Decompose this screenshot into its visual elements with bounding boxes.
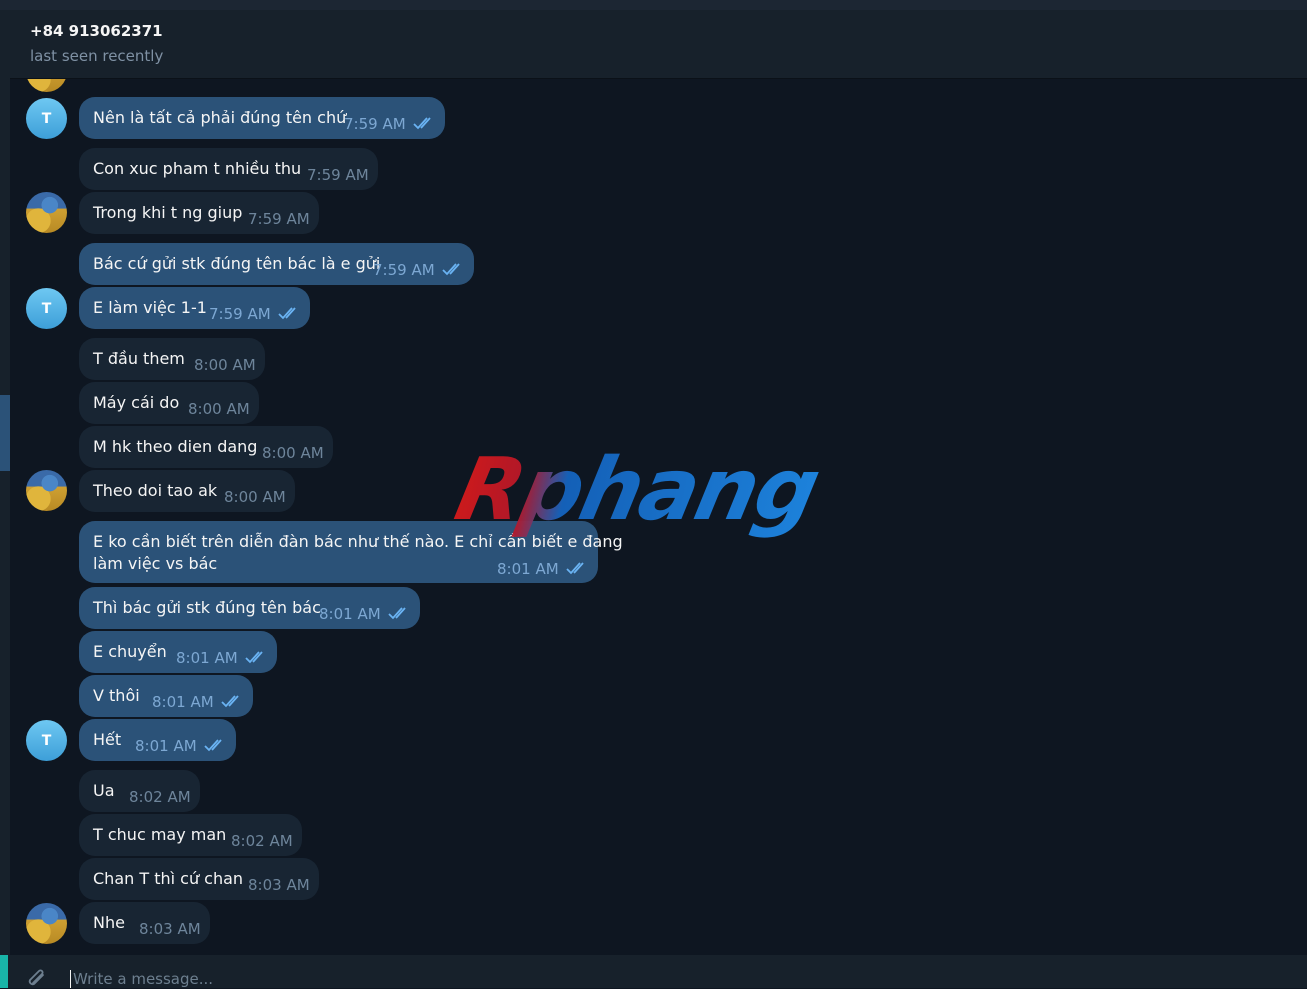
message-text: Hết xyxy=(93,730,122,749)
message-bubble[interactable]: M hk theo dien dang 8:00 AM xyxy=(79,426,333,468)
user-avatar[interactable]: T xyxy=(26,98,67,139)
message-text: Con xuc pham t nhiều thu xyxy=(93,159,302,178)
message-text: Bác cứ gửi stk đúng tên bác là e gửi xyxy=(93,254,381,273)
double-check-icon xyxy=(278,307,296,320)
message-bubble[interactable]: E làm việc 1-1 7:59 AM xyxy=(79,287,310,329)
message-time: 7:59 AM xyxy=(373,261,435,279)
message-bubble[interactable]: Trong khi t ng giup 7:59 AM xyxy=(79,192,319,234)
message-bubble[interactable]: T đầu them 8:00 AM xyxy=(79,338,265,380)
message-time: 8:01 AM xyxy=(319,605,381,623)
message-time: 8:00 AM xyxy=(262,444,324,462)
message-bubble[interactable]: Ua 8:02 AM xyxy=(79,770,200,812)
message-bubble[interactable]: Theo doi tao ak 8:00 AM xyxy=(79,470,295,512)
double-check-icon xyxy=(566,562,584,575)
message-time: 7:59 AM xyxy=(344,115,406,133)
message-bubble[interactable]: Máy cái do 8:00 AM xyxy=(79,382,259,424)
message-time: 8:00 AM xyxy=(224,488,286,506)
message-time: 7:59 AM xyxy=(307,166,369,184)
message-time: 7:59 AM xyxy=(209,305,271,323)
message-bubble[interactable]: Nhe 8:03 AM xyxy=(79,902,210,944)
message-text: Nhe xyxy=(93,913,125,932)
message-text: Trong khi t ng giup xyxy=(93,203,243,222)
message-bubble[interactable]: Thì bác gửi stk đúng tên bác 8:01 AM xyxy=(79,587,420,629)
message-composer xyxy=(0,955,1307,988)
message-text: E chuyển xyxy=(93,642,167,661)
message-time: 8:01 AM xyxy=(152,693,214,711)
message-text: Theo doi tao ak xyxy=(93,481,218,500)
message-text-line2: làm việc vs bác xyxy=(93,554,218,573)
contact-avatar[interactable] xyxy=(26,903,67,944)
message-text: Ua xyxy=(93,781,115,800)
message-time: 8:03 AM xyxy=(139,920,201,938)
contact-avatar[interactable] xyxy=(26,79,67,92)
message-text: Nên là tất cả phải đúng tên chứ xyxy=(93,108,347,127)
message-time: 8:01 AM xyxy=(135,737,197,755)
contact-avatar[interactable] xyxy=(26,470,67,511)
user-avatar[interactable]: T xyxy=(26,288,67,329)
contact-avatar[interactable] xyxy=(26,192,67,233)
double-check-icon xyxy=(204,739,222,752)
message-text: Thì bác gửi stk đúng tên bác xyxy=(93,598,321,617)
contact-status: last seen recently xyxy=(30,47,164,65)
double-check-icon xyxy=(221,695,239,708)
contact-name[interactable]: +84 913062371 xyxy=(30,22,163,40)
message-bubble[interactable]: T chuc may man 8:02 AM xyxy=(79,814,302,856)
window-top-strip xyxy=(0,0,1307,10)
message-time: 8:03 AM xyxy=(248,876,310,894)
message-text: T chuc may man xyxy=(93,825,227,844)
double-check-icon xyxy=(413,117,431,130)
user-avatar[interactable]: T xyxy=(26,720,67,761)
message-bubble[interactable]: E chuyển 8:01 AM xyxy=(79,631,277,673)
message-text: T đầu them xyxy=(93,349,185,368)
message-text: M hk theo dien dang xyxy=(93,437,258,456)
attach-icon[interactable] xyxy=(26,969,50,989)
message-text: Máy cái do xyxy=(93,393,180,412)
message-time: 8:02 AM xyxy=(129,788,191,806)
double-check-icon xyxy=(442,263,460,276)
message-text: V thôi xyxy=(93,686,140,705)
message-text: E làm việc 1-1 xyxy=(93,298,207,317)
message-bubble[interactable]: Chan T thì cứ chan 8:03 AM xyxy=(79,858,319,900)
message-time: 8:02 AM xyxy=(231,832,293,850)
message-time: 8:01 AM xyxy=(497,560,559,578)
chat-header[interactable]: +84 913062371 last seen recently xyxy=(10,10,1307,79)
message-time: 8:01 AM xyxy=(176,649,238,667)
message-bubble[interactable]: Bác cứ gửi stk đúng tên bác là e gửi 7:5… xyxy=(79,243,474,285)
message-bubble[interactable]: Hết 8:01 AM xyxy=(79,719,236,761)
message-time: 8:00 AM xyxy=(188,400,250,418)
message-time: 7:59 AM xyxy=(248,210,310,228)
left-scroll-thumb[interactable] xyxy=(0,395,10,471)
watermark-logo: Rphang xyxy=(447,440,827,540)
double-check-icon xyxy=(245,651,263,664)
double-check-icon xyxy=(388,607,406,620)
message-time: 8:00 AM xyxy=(194,356,256,374)
message-text: Chan T thì cứ chan xyxy=(93,869,244,888)
message-input[interactable] xyxy=(70,970,673,988)
left-panel-edge xyxy=(0,10,10,988)
message-bubble[interactable]: V thôi 8:01 AM xyxy=(79,675,253,717)
composer-accent-bar xyxy=(0,955,8,988)
message-bubble[interactable]: Con xuc pham t nhiều thu 7:59 AM xyxy=(79,148,378,190)
message-bubble[interactable]: Nên là tất cả phải đúng tên chứ 7:59 AM xyxy=(79,97,445,139)
